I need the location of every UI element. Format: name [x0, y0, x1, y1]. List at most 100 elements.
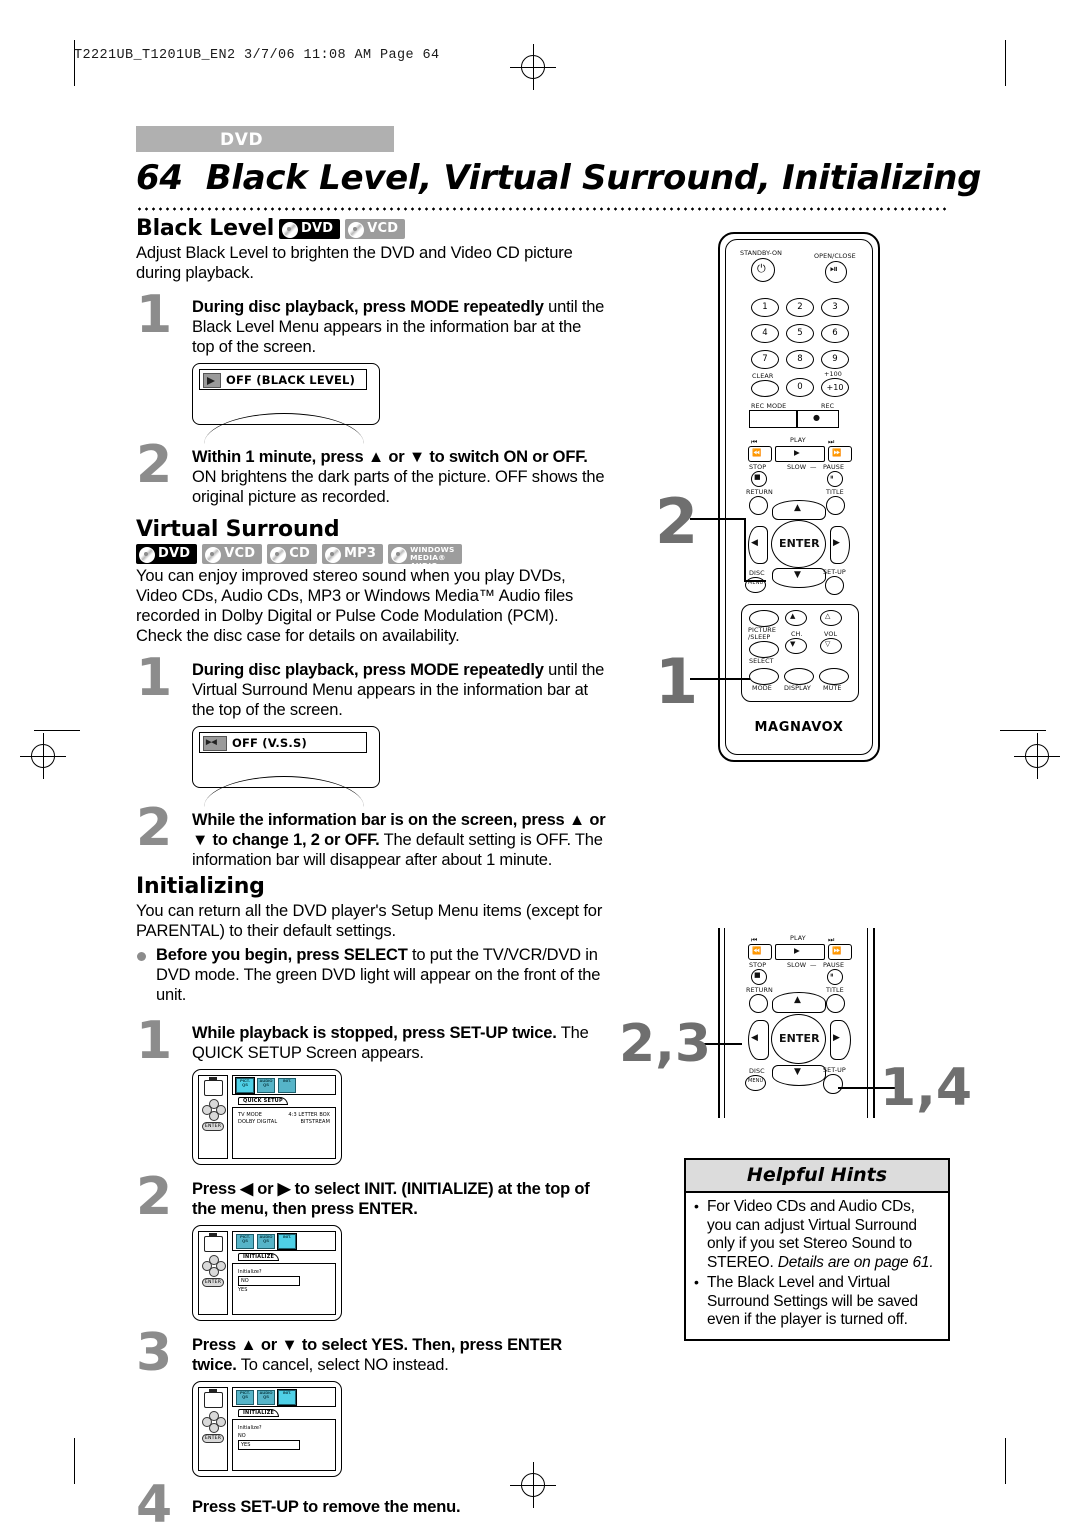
stop-icon: ■: [754, 473, 761, 481]
menu-option-yes: YES: [238, 1440, 300, 1450]
label-ch: CH.: [791, 630, 803, 638]
menu-icon-picture-qs: PICT. QS: [235, 1076, 255, 1094]
section-tab-dvd: DVD: [136, 126, 394, 152]
menu-option-no: NO: [238, 1276, 300, 1286]
section-virtual-surround: Virtual Surround DVD VCD CD MP3 WINDOWS MEDIA…: [136, 517, 606, 870]
initializing-bullet: Before you begin, press SELECT to put th…: [136, 945, 606, 1005]
badge-vcd: VCD: [345, 218, 406, 239]
title-dotted-rule: [136, 207, 946, 211]
menu-tab-label: QUICK SETUP: [238, 1097, 288, 1105]
play-icon: ▶: [794, 448, 800, 457]
rewind-icon: ⏪: [752, 448, 762, 457]
label-stop: STOP: [749, 961, 767, 969]
volume-up-button: [820, 610, 842, 626]
menu-tab-label: INITIALIZE: [238, 1253, 280, 1261]
step-number: 2: [136, 1167, 173, 1227]
number-key-5: 5: [786, 324, 814, 343]
helpful-hints-title: Helpful Hints: [686, 1160, 948, 1193]
menu-mock-keypad: ENTER: [198, 1231, 228, 1315]
menu-row-label: DOLBY DIGITAL: [238, 1119, 278, 1125]
picture-sleep-button: [749, 610, 779, 627]
slow-dash: —: [810, 463, 817, 471]
menu-question: Initialize?: [238, 1425, 262, 1431]
nav-left-icon: ◀: [751, 538, 759, 548]
clear-button: [751, 380, 779, 397]
step-black-level-1: 1 During disc playback, press MODE repea…: [136, 289, 606, 357]
nav-left-icon: ◀: [751, 1033, 759, 1043]
menu-icon-picture-qs: PICT. QS: [236, 1233, 254, 1249]
pause-icon: ⏸: [830, 473, 834, 481]
step-body-text: ON brightens the dark parts of the pictu…: [192, 468, 605, 506]
menu-icon-init: INIT.: [277, 1232, 297, 1250]
number-key-6: 6: [821, 324, 849, 343]
badge-vcd: VCD: [202, 544, 263, 564]
section-tab-label: DVD: [220, 130, 264, 150]
label-rec-mode: REC MODE: [751, 402, 787, 410]
black-level-icon: [203, 373, 221, 388]
callout-line-mode: [690, 678, 750, 680]
remote-edge-left: [718, 928, 721, 1118]
menu-icon-row: PICT. QS AUDIO QS INIT.: [232, 1231, 336, 1251]
step-bold-text: Press SET-UP to remove the menu.: [192, 1498, 461, 1516]
display-button: [784, 668, 814, 685]
step-number: 2: [136, 435, 173, 495]
heading-black-level: Black Level: [136, 216, 275, 241]
callout-line-updown: [690, 518, 746, 520]
badge-windows-media-audio: WINDOWS MEDIA® AUDIO: [388, 544, 462, 570]
label-set-up: SET-UP: [823, 568, 846, 576]
label-standby-on: STANDBY-ON: [740, 249, 783, 257]
black-level-intro: Adjust Black Level to brighten the DVD a…: [136, 244, 573, 282]
play-icon: ▶: [794, 946, 800, 955]
label-stop: STOP: [749, 463, 767, 471]
nav-up-icon: ▲: [794, 503, 802, 513]
section-initializing: Initializing You can return all the DVD …: [136, 874, 606, 1531]
label-pause: PAUSE: [823, 463, 845, 471]
remote-edge-right: [873, 928, 876, 1118]
nav-down-icon: ▼: [794, 570, 802, 580]
heading-initializing: Initializing: [136, 874, 265, 899]
plus-10-button: +10: [821, 378, 849, 397]
remote-edge-right-inner: [867, 928, 869, 1118]
step-initializing-2: 2 Press ◀ or ▶ to select INIT. (INITIALI…: [136, 1171, 606, 1223]
badge-cd: CD: [267, 544, 317, 564]
rewind-icon: ⏪: [752, 946, 762, 955]
bullet-bold-text: Before you begin, press SELECT: [156, 946, 408, 964]
manual-page: DVD 64 Black Level, Virtual Surround, In…: [0, 0, 1080, 1531]
callout-number-2-3: 2,3: [619, 1014, 712, 1074]
menu-icon-audio-qs: AUDIO QS: [257, 1389, 275, 1405]
mute-button: [819, 668, 849, 685]
step-initializing-3: 3 Press ▲ or ▼ to select YES. Then, pres…: [136, 1327, 606, 1379]
mode-button: [749, 668, 779, 685]
menu-panel: Initialize? NO YES: [232, 1263, 336, 1315]
enter-key-icon: ENTER: [201, 1122, 225, 1131]
stop-icon: ■: [754, 971, 761, 979]
step-number: 1: [136, 285, 173, 345]
label-slow: SLOW: [787, 463, 807, 471]
step-bold-text: While playback is stopped, press SET-UP …: [192, 1024, 557, 1042]
helpful-hint-item: For Video CDs and Audio CDs, you can adj…: [693, 1197, 941, 1272]
number-key-8: 8: [786, 350, 814, 369]
remote-control-illustration-top: STANDBY-ON ⏻ OPEN/CLOSE ⏯ 1 2 3 4 5 6 7 …: [718, 232, 880, 762]
menu-row-label: TV MODE: [238, 1112, 263, 1118]
menu-option-yes: YES: [238, 1287, 248, 1293]
menu-tab-label: INITIALIZE: [238, 1409, 280, 1417]
remote-edge-left-inner: [724, 928, 726, 1118]
dpad-icon: [202, 1411, 226, 1433]
label-set-up: SET-UP: [823, 1066, 846, 1074]
tv-icon: [203, 1233, 223, 1252]
channel-down-icon: ▼: [790, 640, 796, 648]
nav-right-icon: ▶: [833, 538, 841, 548]
step-initializing-1: 1 While playback is stopped, press SET-U…: [136, 1015, 606, 1067]
label-mode: MODE: [752, 684, 772, 692]
brand-logo: MAGNAVOX: [754, 720, 844, 735]
label-clear: CLEAR: [752, 372, 774, 380]
step-body-text: To cancel, select NO instead.: [240, 1356, 449, 1374]
callout-number-2: 2: [655, 485, 699, 558]
step-initializing-4: 4 Press SET-UP to remove the menu.: [136, 1479, 606, 1531]
label-select: SELECT: [749, 657, 774, 665]
step-number: 4: [136, 1475, 173, 1535]
osd-label: OFF (V.S.S): [232, 736, 307, 750]
enter-button-label: ENTER: [779, 1032, 820, 1045]
menu-mock-quick-setup: ENTER PICT. QS AUDIO QS INIT. QUICK SETU…: [192, 1069, 342, 1165]
step-bold-text: Press ◀ or ▶ to select INIT. (INITIALIZE…: [192, 1180, 590, 1218]
